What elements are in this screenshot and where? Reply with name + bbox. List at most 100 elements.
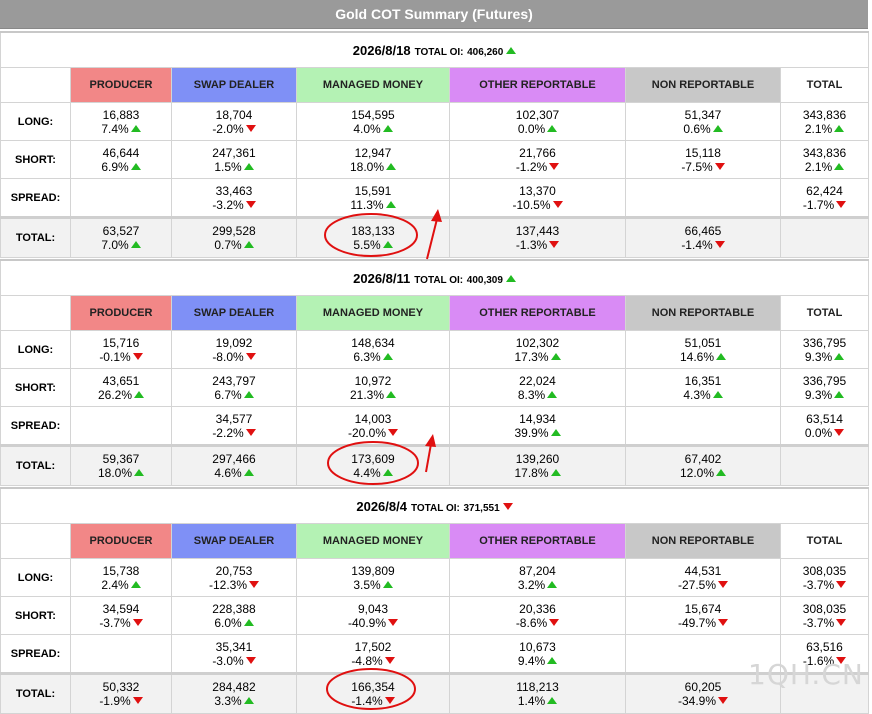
up-arrow-icon [243,697,254,704]
table-row-total: TOTAL: 63,527 7.0% 299,528 0.7% 183,133 5.5% 13… [0,216,870,258]
cell-spread-managed-money: 15,591 11.3% [296,178,450,218]
cell-value: 336,795 [802,373,847,388]
up-arrow-icon [243,162,254,170]
column-header-other-reportable: OTHER REPORTABLE [449,67,626,103]
cell-value: 17,502 [354,639,392,654]
down-arrow-icon [549,162,560,170]
cell-value: 15,716 [102,335,140,350]
cell-short-other-reportable: 22,024 8.3% [449,368,626,407]
page-title: Gold COT Summary (Futures) [0,0,868,29]
cell-value: 102,302 [515,335,560,350]
up-arrow-icon [243,618,254,626]
cell-change-percent: 7.0% [101,238,129,252]
cell-change-percent: 3.3% [214,694,242,708]
column-header-managed-money: MANAGED MONEY [296,67,450,103]
cell-value: 154,595 [351,107,395,122]
column-header-swap-dealer: SWAP DEALER [171,67,297,103]
cell-change-percent: 4.4% [353,466,381,480]
cell-change-percent: -2.2% [212,425,244,440]
cell-total-other-reportable: 118,213 1.4% [449,672,626,714]
cell-value: 62,424 [806,183,843,198]
up-arrow-icon [834,124,845,132]
row-label-total: TOTAL: [0,216,71,258]
report-date: 2026/8/18 [352,42,411,58]
cell-value: 33,463 [215,183,253,198]
column-header-swap-dealer: SWAP DEALER [171,295,297,331]
cell-change-percent: 4.3% [683,387,711,402]
cell-short-non-reportable: 16,351 4.3% [625,368,781,407]
cell-value: 14,934 [519,411,556,426]
up-arrow-icon [550,352,561,360]
cell-change-percent: 17.3% [514,349,549,364]
down-arrow-icon [388,618,399,626]
cell-value: 308,035 [802,601,847,616]
up-arrow-icon [382,469,393,476]
cell-long-total: 343,836 2.1% [779,102,870,141]
down-arrow-icon [836,580,847,588]
cell-spread-other-reportable: 13,370 -10.5% [449,178,626,218]
cell-short-other-reportable: 21,766 -1.2% [449,140,626,179]
up-arrow-icon [386,162,397,170]
up-arrow-icon [547,656,558,664]
down-arrow-icon [132,618,143,626]
up-arrow-icon [130,241,141,248]
row-label-short: SHORT: [0,596,71,635]
cell-short-managed-money: 9,043 -40.9% [296,596,450,635]
cell-value: 139,809 [351,563,395,578]
up-arrow-icon [712,124,723,132]
cell-change-percent: 18.0% [349,159,385,174]
up-arrow-icon [134,390,145,398]
cell-value: 35,341 [215,639,253,654]
cell-change-percent: 2.1% [804,121,833,136]
cell-change-percent: 9.3% [804,387,833,402]
cell-change-percent: 0.7% [214,238,242,252]
up-arrow-icon [547,390,558,398]
column-header-producer: PRODUCER [70,295,172,331]
row-label-spread: SPREAD: [0,178,71,218]
column-header-managed-money: MANAGED MONEY [296,523,450,559]
cell-change-percent: 9.3% [804,349,833,364]
up-arrow-icon [386,390,397,398]
cell-total-swap-dealer: 297,466 4.6% [171,444,297,486]
cell-total-non-reportable: 66,465 -1.4% [625,216,781,258]
row-label-total: TOTAL: [0,444,71,486]
cell-value: 66,465 [684,224,722,238]
down-arrow-icon [502,502,513,510]
cell-value: 12,947 [354,145,392,160]
cell-change-percent: -7.5% [681,159,713,174]
cell-total-other-reportable: 137,443 -1.3% [449,216,626,258]
column-header-other-reportable: OTHER REPORTABLE [449,523,626,559]
cell-long-total: 308,035 -3.7% [780,558,869,597]
cell-value: 15,591 [354,183,392,198]
cell-value: 137,443 [515,224,560,238]
cell-long-non-reportable: 44,531 -27.5% [625,558,781,597]
cell-value: 284,482 [212,680,256,694]
down-arrow-icon [384,697,395,704]
cell-change-percent: -12.3% [208,577,248,592]
column-header-producer: PRODUCER [70,67,172,103]
cell-value: 118,213 [516,680,559,694]
cell-value: 228,388 [212,601,256,616]
report-date-row: 2026/8/4 TOTAL OI: 371,551 [0,487,869,524]
up-arrow-icon [385,200,396,208]
down-arrow-icon [245,200,256,208]
cell-value: 243,797 [212,373,256,388]
cell-long-swap-dealer: 18,704 -2.0% [171,102,297,141]
up-arrow-icon [506,46,517,54]
down-arrow-icon [245,428,256,436]
cell-value: 34,594 [102,601,140,616]
cell-value: 15,738 [102,563,140,578]
cell-value: 20,753 [215,563,253,578]
cell-value: 43,651 [102,373,140,388]
cell-value: 173,609 [351,452,395,466]
cell-change-percent: 26.2% [97,387,133,402]
cell-value: 183,133 [351,224,395,238]
watermark: 1QH.CN [748,658,864,691]
column-header-managed-money: MANAGED MONEY [296,295,450,331]
cell-change-percent: -3.2% [212,197,244,212]
cell-value: 18,704 [215,107,253,122]
cell-value: 50,332 [102,680,140,694]
cell-short-swap-dealer: 247,361 1.5% [171,140,297,179]
cell-value: 21,766 [519,145,556,160]
cell-short-total: 336,795 9.3% [779,368,870,407]
